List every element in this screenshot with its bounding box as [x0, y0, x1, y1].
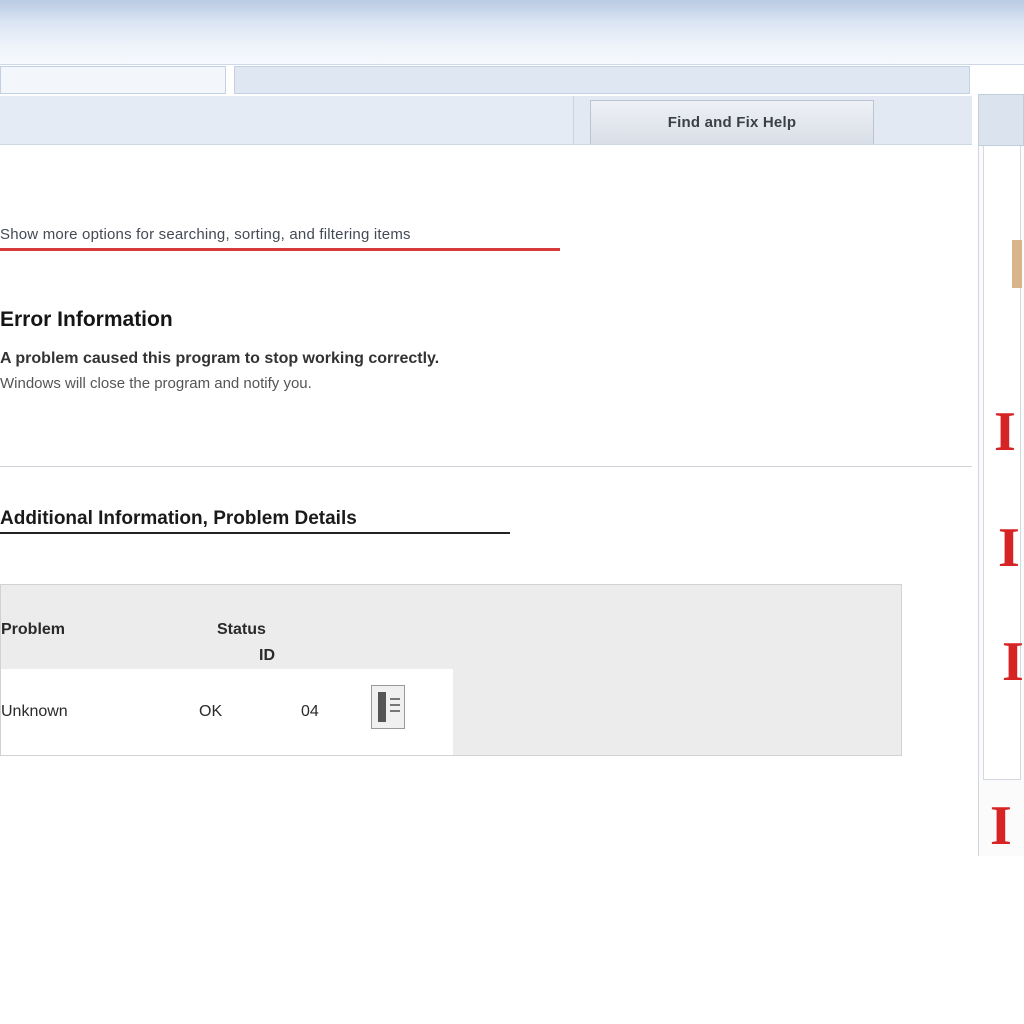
- application-window: Find and Fix Help I I I I Show more opti…: [0, 0, 1024, 1024]
- cell-status: OK: [199, 703, 223, 720]
- divider: [0, 466, 972, 467]
- cell-id: 04: [301, 703, 319, 720]
- description-line-1: A problem caused this program to stop wo…: [0, 350, 440, 367]
- column-header-status: Status: [217, 621, 266, 638]
- details-subheading[interactable]: Additional Information, Problem Details: [0, 508, 510, 534]
- side-red-mark: I: [994, 401, 1016, 463]
- tab-inactive[interactable]: [0, 96, 574, 144]
- side-red-mark: I: [998, 517, 1020, 579]
- side-red-mark: I: [990, 795, 1012, 857]
- side-panel-header: [978, 94, 1024, 146]
- title-bar: [0, 0, 1024, 65]
- options-link[interactable]: Show more options for searching, sorting…: [0, 226, 620, 243]
- section-description: A problem caused this program to stop wo…: [0, 346, 480, 396]
- tab-active[interactable]: Find and Fix Help: [590, 100, 874, 144]
- description-line-2: Windows will close the program and notif…: [0, 375, 312, 392]
- side-red-mark: I: [1002, 631, 1024, 693]
- address-box[interactable]: [0, 66, 226, 94]
- column-header-id: ID: [259, 647, 275, 664]
- side-tan-marker: [1012, 240, 1022, 288]
- table-row[interactable]: Unknown OK 04: [1, 669, 453, 755]
- document-icon[interactable]: [371, 685, 405, 729]
- toolbar-strip: [234, 66, 970, 94]
- column-header-problem: Problem: [1, 621, 66, 638]
- section-heading: Error Information: [0, 308, 173, 331]
- cell-problem: Unknown: [1, 703, 68, 720]
- details-table: Problem Status ID Unknown OK 04: [0, 584, 902, 756]
- main-content: Show more options for searching, sorting…: [0, 144, 972, 1024]
- link-underline: [0, 248, 560, 251]
